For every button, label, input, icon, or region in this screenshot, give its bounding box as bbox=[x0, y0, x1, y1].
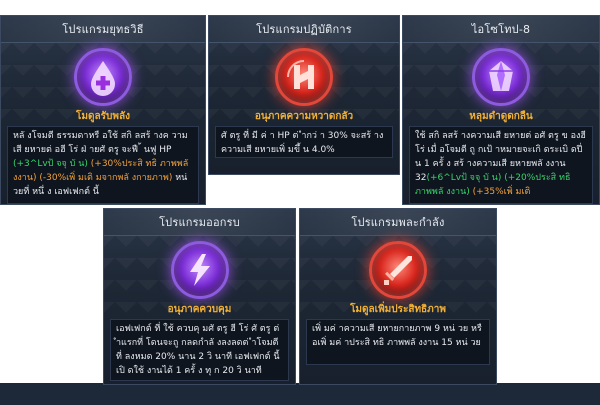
purple-crystal-chip-icon bbox=[472, 48, 530, 106]
desc-level-bonus: (+3^Lvป้ จจุ บั น) bbox=[13, 159, 88, 169]
program-card-combat[interactable]: โปรแกรมออกรบ อนุภาคควบคุม เอฟเฟกต์ ที่ ใ… bbox=[103, 208, 296, 385]
purple-heal-chip-icon bbox=[74, 48, 132, 106]
item-name: โมดูลเพิ่มประสิทธิภาพ bbox=[350, 304, 446, 315]
program-card-tactics[interactable]: โปรแกรมยุทธวิธี โมดูลรับพลัง หลั งโจมตี … bbox=[0, 15, 206, 205]
program-card-strength[interactable]: โปรแกรมพละกำลัง โมดูลเพิ่มประสิทธิภาพ เพ… bbox=[299, 208, 497, 385]
desc-text: เอฟเฟกต์ ที่ ใช้ ควบคุ มศั ตรู ฮี โร่ ศั… bbox=[116, 324, 280, 376]
desc-text: หลั งโจมตี ธรรมดาหรื อใช้ สกิ ลสร้ างค ว… bbox=[13, 131, 188, 155]
item-name: อนุภาคควบคุม bbox=[167, 304, 232, 315]
item-name: อนุภาคความหวาดกลัว bbox=[254, 111, 354, 122]
program-card-isotope[interactable]: ไอโซโทป-8 หลุมดำดูดกลืน ใช้ สกิ ลสร้ างค… bbox=[402, 15, 600, 205]
item-description: ใช้ สกิ ลสร้ างความเสี ยหายต่ อศั ตรู ข … bbox=[409, 126, 593, 204]
desc-text: เพิ่ มค่ าความเสี ยหายกายภาพ 9 หน่ วย หร… bbox=[312, 324, 482, 348]
desc-extra-bonus: (+35%เพิ่ มเติ bbox=[472, 187, 531, 197]
item-description: เอฟเฟกต์ ที่ ใช้ ควบคุ มศั ตรู ฮี โร่ ศั… bbox=[110, 319, 289, 381]
footer-strip bbox=[0, 383, 600, 405]
card-title: โปรแกรมออกรบ bbox=[104, 209, 295, 236]
item-name: โมดูลรับพลัง bbox=[76, 111, 130, 122]
card-title: ไอโซโทป-8 bbox=[403, 16, 599, 43]
red-h-chip-icon bbox=[275, 48, 333, 106]
desc-level-bonus: (+6^Lvป้ จจุ บั น) bbox=[426, 173, 502, 183]
card-title: โปรแกรมปฏิบัติการ bbox=[209, 16, 399, 43]
desc-text: ศั ตรู ที่ มี ค่ า HP ต่ ำกว่ า 30% จะสร… bbox=[221, 131, 384, 155]
desc-physical-bonus: (-30%เพิ่ มเติ มจากพลั งกายภาพ) bbox=[39, 173, 173, 183]
card-title: โปรแกรมพละกำลัง bbox=[300, 209, 496, 236]
program-card-operation[interactable]: โปรแกรมปฏิบัติการ อนุภาคความหวาดกลัว ศั … bbox=[208, 15, 400, 175]
red-sword-chip-icon bbox=[369, 241, 427, 299]
item-name: หลุมดำดูดกลืน bbox=[469, 111, 533, 122]
item-description: หลั งโจมตี ธรรมดาหรื อใช้ สกิ ลสร้ างค ว… bbox=[7, 126, 199, 204]
item-description: ศั ตรู ที่ มี ค่ า HP ต่ ำกว่ า 30% จะสร… bbox=[215, 126, 393, 158]
purple-lightning-chip-icon bbox=[170, 241, 229, 299]
item-description: เพิ่ มค่ าความเสี ยหายกายภาพ 9 หน่ วย หร… bbox=[306, 319, 490, 365]
card-title: โปรแกรมยุทธวิธี bbox=[1, 16, 205, 43]
